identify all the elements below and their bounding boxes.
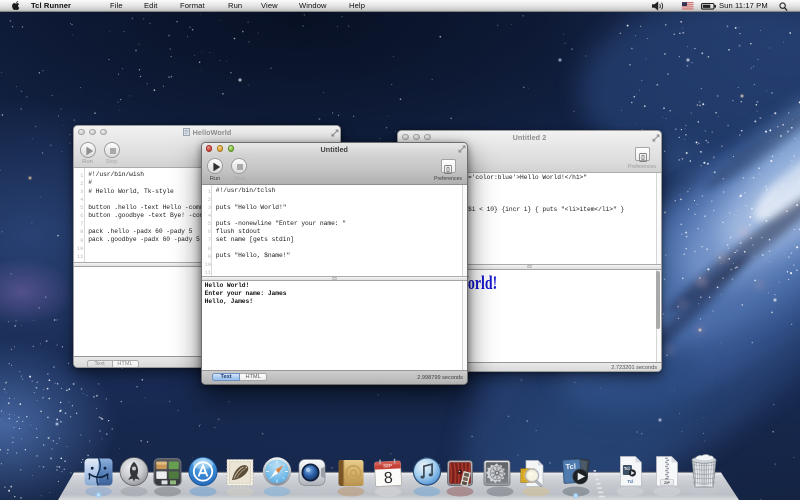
svg-text:Tcl: Tcl (627, 479, 633, 484)
svg-text:SEP: SEP (383, 463, 392, 468)
svg-text:8: 8 (383, 470, 393, 487)
svg-text:Tcl: Tcl (624, 466, 630, 471)
svg-text:ZIP: ZIP (664, 480, 670, 485)
svg-text:Tcl: Tcl (565, 462, 576, 472)
